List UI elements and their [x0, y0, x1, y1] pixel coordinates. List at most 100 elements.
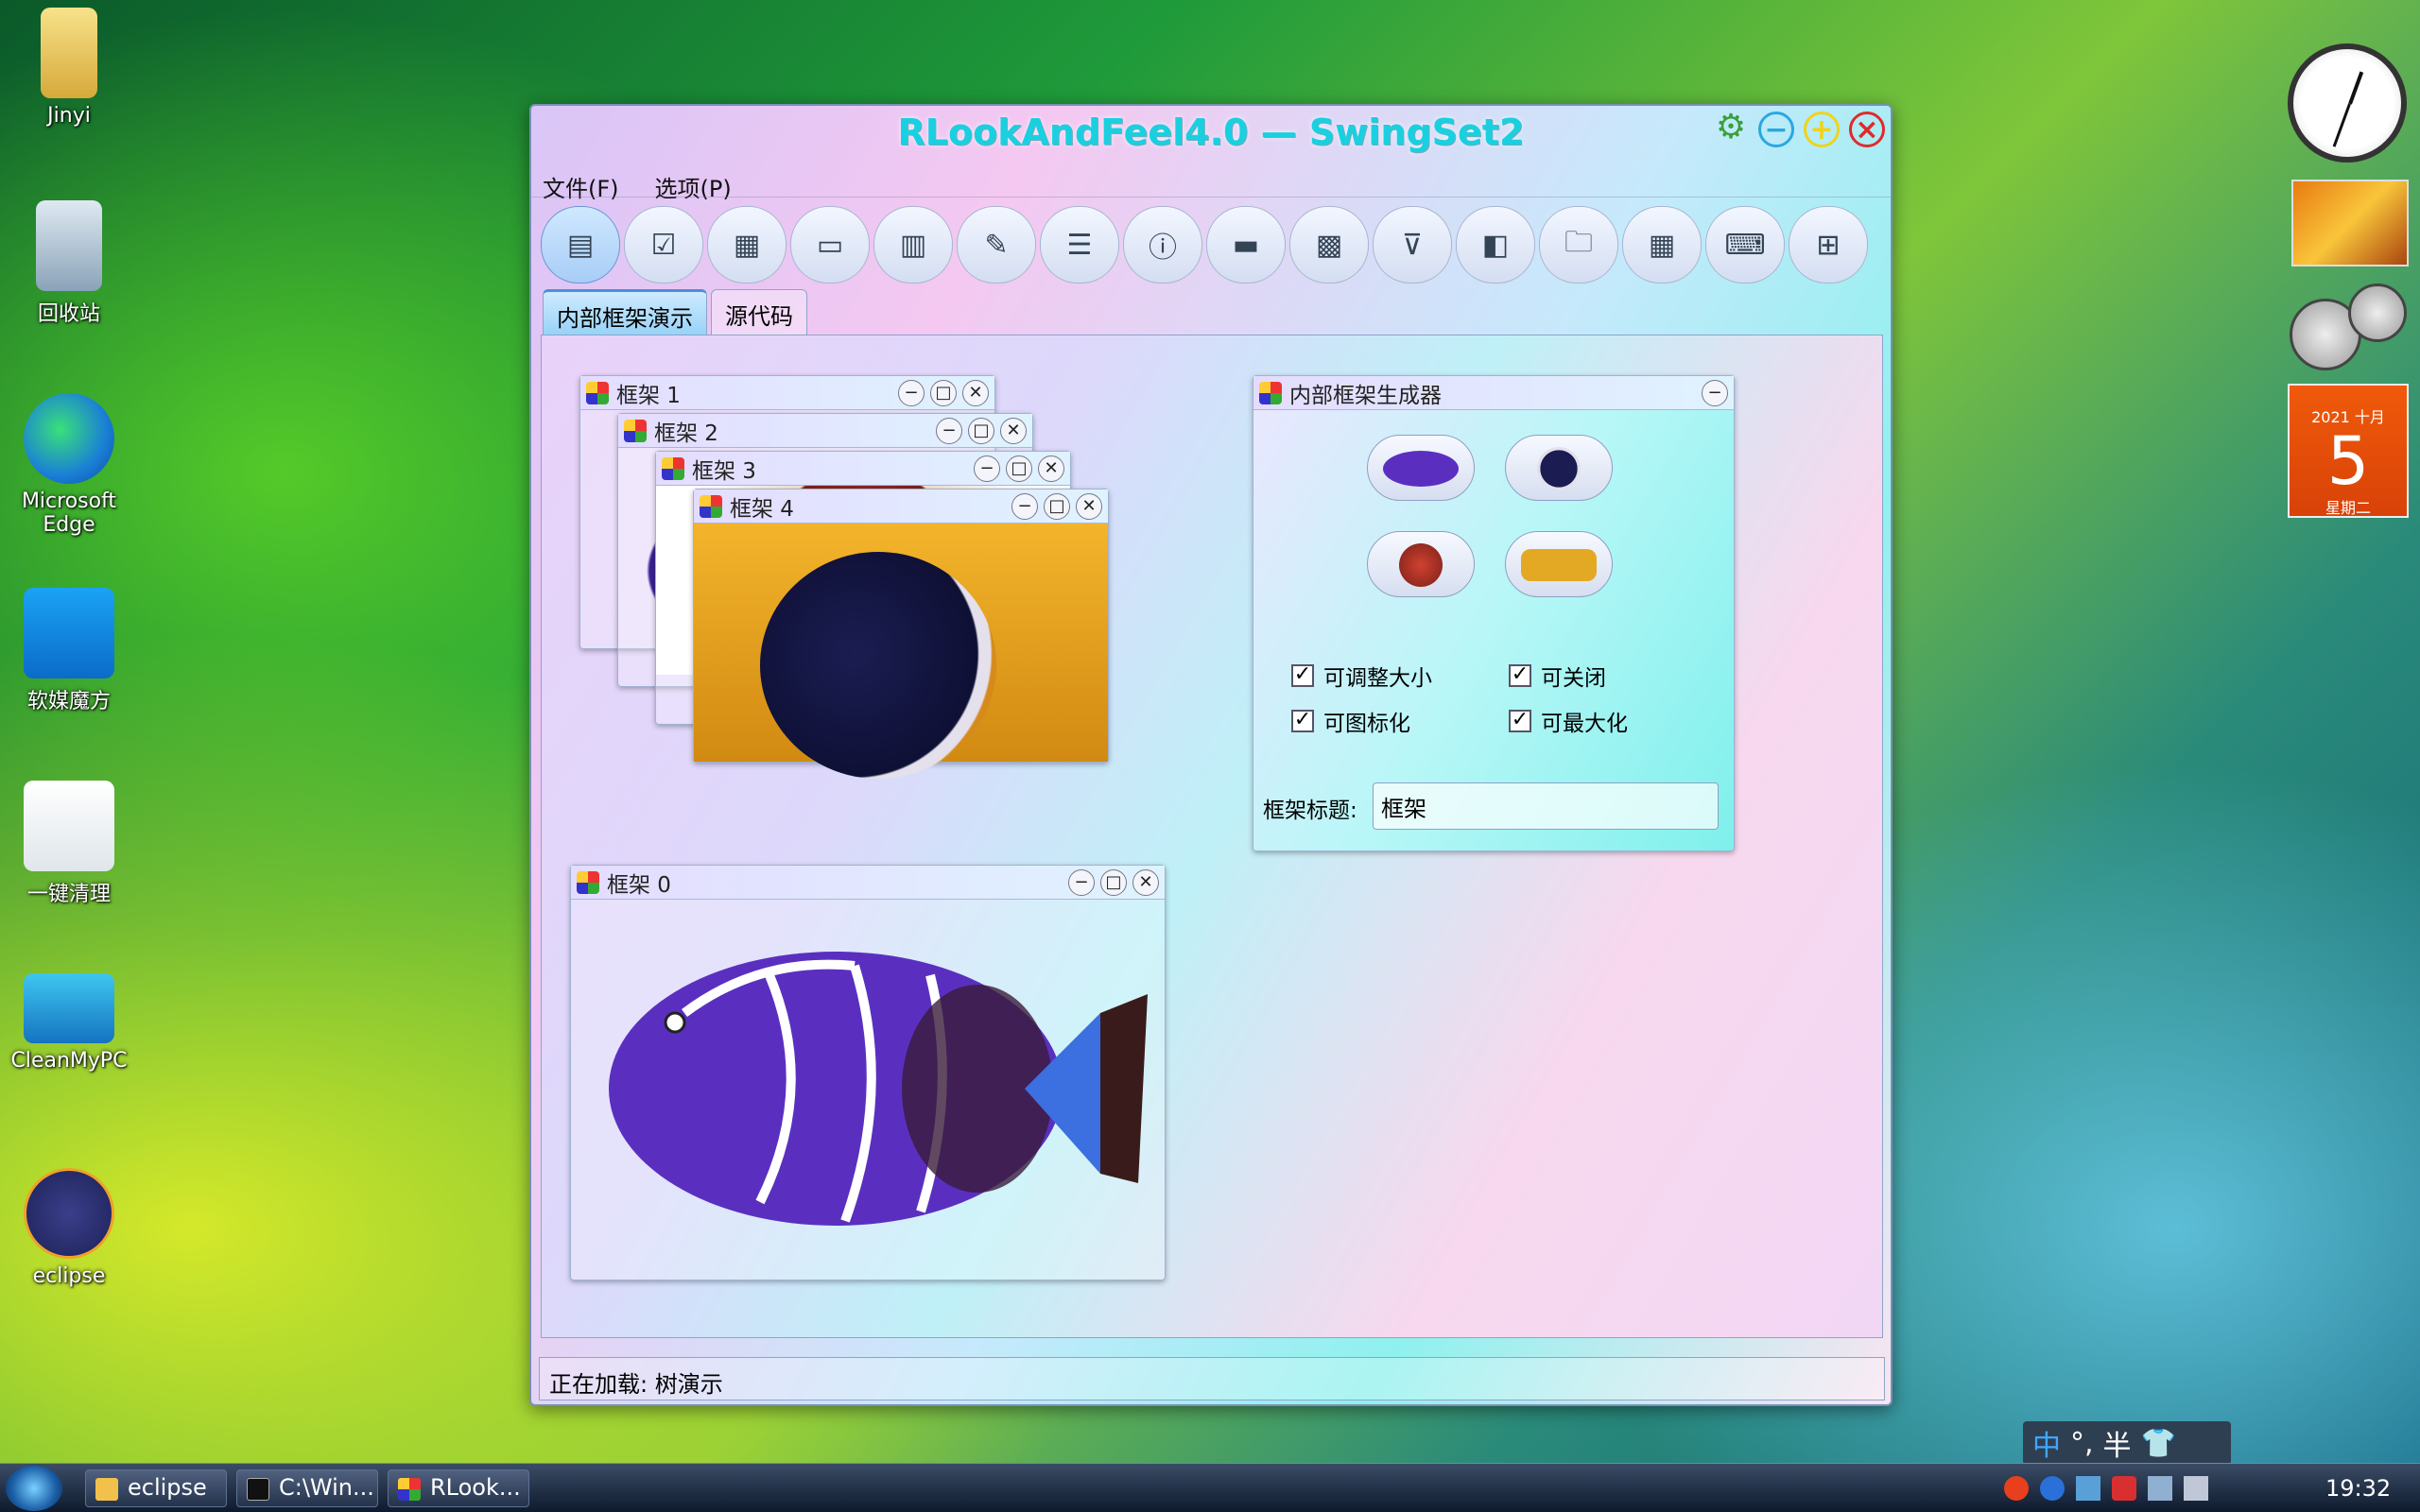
system-tray: [2004, 1471, 2288, 1505]
eclipse-icon: [24, 1168, 114, 1259]
button-demo-button[interactable]: ☑: [624, 206, 703, 284]
combobox-icon: ▭: [816, 228, 844, 262]
closable-checkbox[interactable]: ✓ 可关闭: [1509, 660, 1606, 692]
frame-maximize-button[interactable]: □: [1044, 492, 1070, 520]
frame-maximize-button[interactable]: □: [968, 417, 994, 444]
demo-tabs: 内部框架演示 源代码: [543, 289, 807, 335]
editor-pane-demo-button[interactable]: ✎: [957, 206, 1036, 284]
frame-titlebar[interactable]: 框架 0 − □ ✕: [571, 866, 1165, 900]
frame-minimize-button[interactable]: −: [1068, 868, 1095, 896]
help-icon[interactable]: [2040, 1476, 2065, 1501]
create-moon-frame-button[interactable]: [1505, 435, 1613, 501]
security-icon[interactable]: [2112, 1476, 2136, 1501]
tooltip-demo-button[interactable]: ⌨: [1705, 206, 1785, 284]
taskbar-item-eclipse[interactable]: eclipse: [85, 1469, 227, 1507]
desktop-icon-ruanmei[interactable]: 软媒魔方: [8, 588, 130, 714]
frame-minimize-button[interactable]: −: [1011, 492, 1038, 520]
sogou-icon[interactable]: [2004, 1476, 2029, 1501]
ime-lang[interactable]: 中: [2032, 1422, 2061, 1464]
frame-titlebar[interactable]: 框架 2 − □ ✕: [618, 414, 1032, 448]
frame-minimize-button[interactable]: −: [898, 379, 925, 406]
gear-icon[interactable]: ⚙: [1713, 111, 1749, 147]
check-icon: ✓: [1291, 710, 1314, 732]
frame-close-button[interactable]: ✕: [1132, 868, 1159, 896]
frame-maximize-button[interactable]: □: [1006, 455, 1032, 482]
desktop-icon-recycle-bin[interactable]: 回收站: [8, 200, 130, 327]
tab-internal-frame-demo[interactable]: 内部框架演示: [543, 289, 707, 335]
skin-icon[interactable]: 👕: [2141, 1427, 2176, 1460]
ime-toolbar[interactable]: 中 °, 半 👕: [2023, 1421, 2231, 1465]
frame-title-input[interactable]: [1373, 782, 1719, 830]
desktop-icon-label: eclipse: [32, 1264, 106, 1288]
desktop-icon-label: Jinyi: [47, 104, 91, 128]
resizable-checkbox[interactable]: ✓ 可调整大小: [1291, 660, 1432, 692]
battery-icon[interactable]: [2148, 1476, 2172, 1501]
frame-titlebar[interactable]: 框架 3 − □ ✕: [656, 452, 1070, 486]
internal-frame-0[interactable]: 框架 0 − □ ✕: [570, 865, 1166, 1280]
frame-minimize-button[interactable]: −: [974, 455, 1000, 482]
cpu-meter-gadget: [2290, 284, 2411, 370]
color-chooser-demo-button[interactable]: ▦: [707, 206, 786, 284]
text-icon: ✎: [984, 228, 1009, 262]
frame-close-button[interactable]: ✕: [962, 379, 989, 406]
split-pane-demo-button[interactable]: ◧: [1456, 206, 1535, 284]
palette-icon: ▦: [733, 228, 761, 262]
volume-icon[interactable]: [2184, 1476, 2208, 1501]
desktop-icon-jinyi[interactable]: Jinyi: [8, 8, 130, 128]
ime-punct[interactable]: °,: [2070, 1427, 2094, 1460]
fish-image: [609, 952, 1148, 1226]
calendar-day: 5: [2326, 422, 2370, 500]
maximize-button[interactable]: +: [1804, 112, 1840, 147]
desktop-icon-eclipse[interactable]: eclipse: [8, 1168, 130, 1288]
create-sun-frame-button[interactable]: [1367, 531, 1475, 597]
desktop-icon-cleanmypc[interactable]: CleanMyPC: [8, 973, 130, 1073]
desktop-icon-label: 一键清理: [26, 883, 111, 906]
scroll-pane-demo-button[interactable]: ▩: [1289, 206, 1369, 284]
progress-bar-demo-button[interactable]: ▬: [1206, 206, 1286, 284]
frame-maximize-button[interactable]: □: [930, 379, 957, 406]
frame-title: 框架 1: [616, 383, 681, 408]
frame-titlebar[interactable]: 框架 1 − □ ✕: [580, 376, 994, 410]
create-cab-frame-button[interactable]: [1505, 531, 1613, 597]
taskbar-clock[interactable]: 19:32: [2325, 1475, 2391, 1502]
frame-titlebar[interactable]: 内部框架生成器 −: [1253, 376, 1734, 410]
network-icon[interactable]: [2076, 1476, 2100, 1501]
slideshow-gadget: [2291, 180, 2409, 266]
table-demo-button[interactable]: ▦: [1622, 206, 1702, 284]
list-demo-button[interactable]: ☰: [1040, 206, 1119, 284]
desktop-icon-cleanup[interactable]: 一键清理: [8, 781, 130, 907]
ime-width[interactable]: 半: [2103, 1422, 2132, 1464]
window-titlebar[interactable]: RLookAndFeel4.0 — SwingSet2 ⚙ − + ×: [531, 106, 1891, 166]
combobox-demo-button[interactable]: ▭: [790, 206, 870, 284]
check-icon: ✓: [1509, 710, 1531, 732]
internal-frame-demo-button[interactable]: ▤: [541, 206, 620, 284]
minimize-button[interactable]: −: [1758, 112, 1794, 147]
option-pane-demo-button[interactable]: ⓘ: [1123, 206, 1202, 284]
frame-close-button[interactable]: ✕: [1038, 455, 1064, 482]
desktop-pane: 框架 1 − □ ✕ 框架 2 − □ ✕ 框架 3 − □ ✕ 框架 4 − …: [541, 335, 1883, 1338]
tabbed-pane-demo-button[interactable]: 🗀: [1539, 206, 1618, 284]
create-fish-frame-button[interactable]: [1367, 435, 1475, 501]
frame-close-button[interactable]: ✕: [1000, 417, 1027, 444]
close-button[interactable]: ×: [1849, 112, 1885, 147]
slider-demo-button[interactable]: ⊽: [1373, 206, 1452, 284]
taskbar-item-rlook[interactable]: RLook...: [388, 1469, 529, 1507]
tree-demo-button[interactable]: ⊞: [1789, 206, 1868, 284]
start-button[interactable]: [6, 1466, 62, 1511]
frame-minimize-button[interactable]: −: [936, 417, 962, 444]
window-title: RLookAndFeel4.0 — SwingSet2: [897, 112, 1525, 153]
java-cup-icon: [586, 381, 609, 404]
frame-minimize-button[interactable]: −: [1702, 379, 1728, 406]
frame-titlebar[interactable]: 框架 4 − □ ✕: [694, 490, 1108, 524]
frame-close-button[interactable]: ✕: [1076, 492, 1102, 520]
tab-source-code[interactable]: 源代码: [711, 289, 807, 335]
frame-maximize-button[interactable]: □: [1100, 868, 1127, 896]
internal-frame-4[interactable]: 框架 4 − □ ✕: [693, 489, 1109, 779]
maximizable-checkbox[interactable]: ✓ 可最大化: [1509, 705, 1628, 737]
status-bar: 正在加载: 树演示: [539, 1357, 1885, 1400]
iconifiable-checkbox[interactable]: ✓ 可图标化: [1291, 705, 1410, 737]
file-chooser-demo-button[interactable]: ▥: [873, 206, 953, 284]
desktop-icon-edge[interactable]: Microsoft Edge: [8, 393, 130, 537]
internal-frame-generator[interactable]: 内部框架生成器 − ✓ 可调整大小 ✓ 可关闭 ✓ 可图标化 ✓ 可最大化 框架…: [1253, 375, 1735, 851]
taskbar-item-cmd[interactable]: C:\Win...: [236, 1469, 378, 1507]
